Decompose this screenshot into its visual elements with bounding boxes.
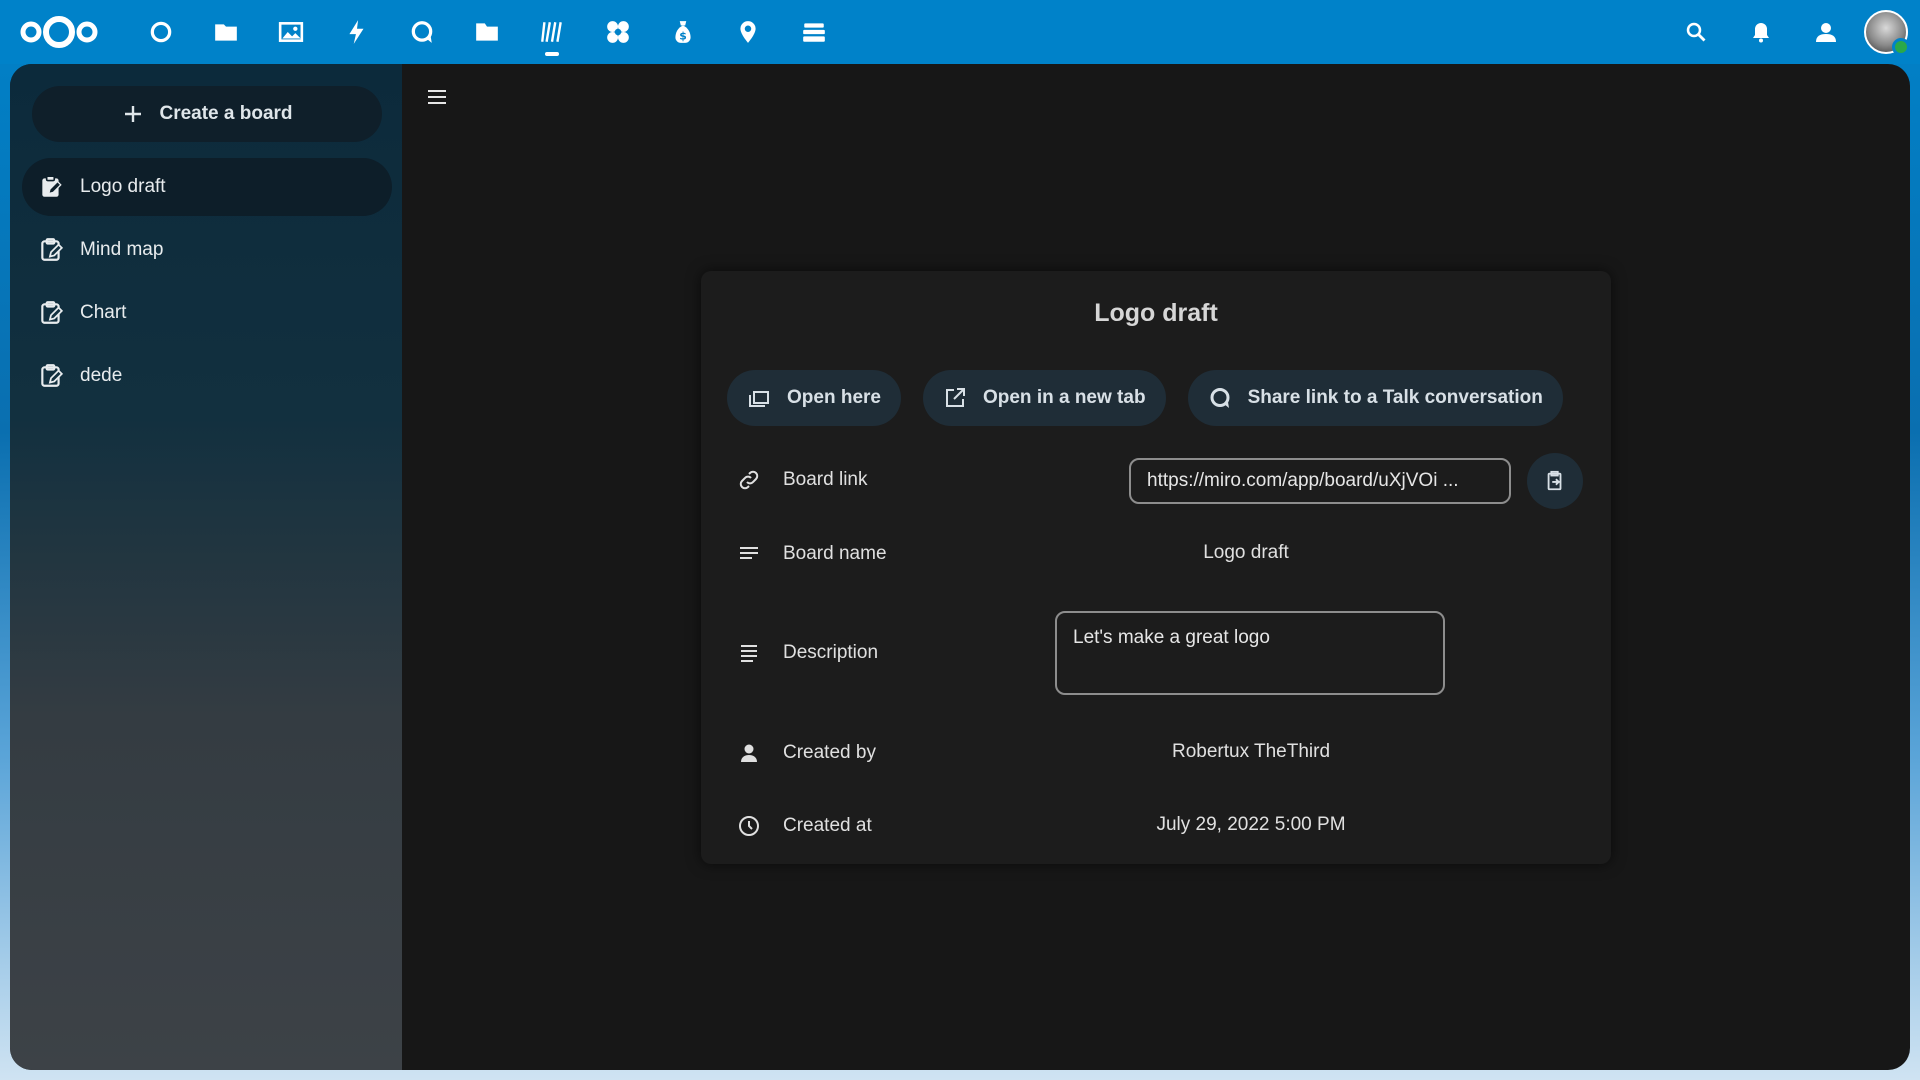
folder-icon[interactable] [454, 8, 519, 56]
menu-toggle-icon[interactable] [422, 82, 452, 112]
open-new-tab-label: Open in a new tab [982, 387, 1146, 408]
created-by-value: Robertux TheThird [1171, 741, 1331, 762]
external-link-icon [945, 388, 965, 407]
created-by-label: Created by [783, 742, 876, 763]
apps-icon[interactable] [585, 8, 650, 56]
header-right-menu [1663, 0, 1920, 64]
sidebar-item-chart[interactable]: Chart [22, 284, 392, 342]
dashboard-icon[interactable] [128, 8, 193, 56]
description-label: Description [783, 642, 879, 663]
share-talk-label: Share link to a Talk conversation [1247, 387, 1543, 408]
board-details-card: Logo draft Open here Open in a new tab S… [701, 271, 1611, 864]
sidebar-item-label: dede [80, 365, 123, 386]
board-name-row: Board name [737, 542, 887, 566]
user-avatar[interactable] [1864, 10, 1910, 56]
plus-icon [125, 106, 142, 122]
open-here-button[interactable]: Open here [727, 370, 901, 426]
maps-icon[interactable] [716, 8, 781, 56]
board-title: Logo draft [1094, 299, 1218, 327]
search-icon[interactable] [1663, 0, 1728, 64]
files-icon[interactable] [193, 8, 258, 56]
app-content: Create a board Logo draft Mind map Chart… [10, 64, 1910, 1070]
board-name-label: Board name [783, 543, 887, 564]
open-window-icon [749, 391, 769, 407]
online-status-badge [1892, 38, 1910, 56]
board-link-field[interactable]: https://miro.com/app/board/uXjVOi ... [1129, 458, 1511, 504]
whiteboard-icon[interactable] [520, 8, 585, 56]
active-indicator [545, 52, 560, 56]
create-board-button[interactable]: Create a board [32, 86, 382, 142]
open-here-label: Open here [787, 387, 881, 408]
photos-icon[interactable] [259, 8, 324, 56]
talk-icon[interactable] [389, 8, 454, 56]
cospend-icon[interactable]: $ [650, 8, 715, 56]
sidebar-item-mind-map[interactable]: Mind map [22, 221, 392, 279]
description-field[interactable]: Let's make a great logo [1055, 611, 1445, 695]
svg-text:$: $ [679, 30, 687, 43]
notifications-icon[interactable] [1728, 0, 1793, 64]
created-at-row: Created at [737, 814, 872, 838]
sidebar-item-logo-draft[interactable]: Logo draft [22, 158, 392, 216]
contacts-icon[interactable] [1793, 0, 1858, 64]
sidebar-item-dede[interactable]: dede [22, 347, 392, 405]
sidebar-item-label: Mind map [80, 239, 164, 260]
share-talk-button[interactable]: Share link to a Talk conversation [1187, 370, 1563, 426]
sidebar-item-label: Chart [80, 302, 127, 323]
create-board-label: Create a board [159, 103, 293, 124]
open-new-tab-button[interactable]: Open in a new tab [922, 370, 1166, 426]
created-at-label: Created at [783, 815, 872, 836]
created-at-value: July 29, 2022 5:00 PM [1156, 814, 1346, 835]
board-actions: Open here Open in a new tab Share link t… [727, 370, 1563, 426]
board-link-label: Board link [783, 469, 868, 490]
created-by-row: Created by [737, 741, 876, 765]
board-edit-icon [42, 175, 62, 197]
clock-icon [739, 816, 759, 836]
board-edit-icon [41, 238, 64, 261]
sidebar-item-label: Logo draft [80, 176, 166, 197]
talk-icon [1210, 388, 1230, 408]
deck-icon[interactable] [781, 8, 846, 56]
board-link-row: Board link [737, 468, 868, 492]
copy-link-button[interactable] [1527, 453, 1583, 509]
text-icon [740, 547, 758, 559]
board-list: Logo draft Mind map Chart dede [22, 158, 392, 410]
link-icon [739, 470, 759, 490]
board-edit-icon [41, 364, 64, 387]
user-icon [741, 744, 757, 762]
board-edit-icon [41, 301, 64, 324]
description-row: Description [737, 641, 878, 665]
nextcloud-logo-icon[interactable] [18, 12, 100, 52]
board-name-value: Logo draft [1203, 542, 1289, 563]
clipboard-icon [1547, 470, 1562, 491]
activity-icon[interactable] [324, 8, 389, 56]
sidebar-navigation: Create a board Logo draft Mind map Chart… [10, 64, 402, 1070]
app-menu: $ [128, 8, 846, 56]
top-header: $ [0, 0, 1920, 64]
description-icon [741, 645, 757, 662]
